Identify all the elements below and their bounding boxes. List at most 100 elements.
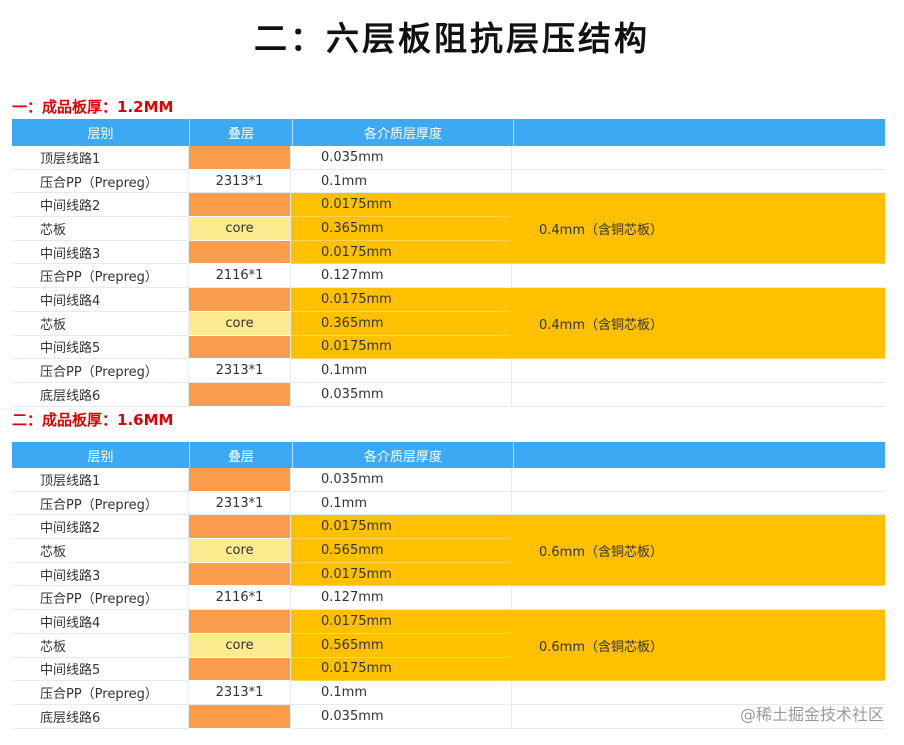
thickness-cell: 0.1mm [291, 492, 511, 516]
stack-cell: core [189, 311, 291, 336]
layer-name: 中间线路4 [12, 288, 189, 312]
table-row: 底层线路6 0.035mm [12, 382, 511, 407]
table-row: 中间线路2 0.0175mm [12, 193, 511, 218]
thickness-cell: 0.035mm [291, 705, 511, 729]
thickness-cell: 0.0175mm [291, 335, 511, 360]
core-note: 0.4mm（含铜芯板） [511, 193, 885, 265]
thickness-cell: 0.1mm [291, 170, 511, 194]
thickness-cell: 0.0175mm [291, 562, 511, 587]
table-row: 中间线路2 0.0175mm [12, 515, 511, 540]
table-row: 中间线路4 0.0175mm [12, 610, 511, 634]
stack-cell [189, 468, 291, 492]
stack-cell: 2313*1 [189, 169, 291, 194]
layer-name: 压合PP（Prepreg） [12, 491, 189, 516]
thickness-cell: 0.035mm [291, 468, 511, 492]
table-row: 芯板 core 0.565mm [12, 539, 511, 563]
thickness-cell: 0.127mm [291, 586, 511, 611]
thickness-cell: 0.0175mm [291, 193, 511, 218]
stack-cell: 2116*1 [189, 264, 291, 289]
thickness-cell: 0.0175mm [291, 240, 511, 265]
table-row: 芯板 core 0.365mm [12, 217, 511, 241]
stack-cell [189, 562, 291, 587]
layer-name: 底层线路6 [12, 382, 189, 407]
thickness-cell: 0.365mm [291, 311, 511, 336]
table-row: 中间线路4 0.0175mm [12, 288, 511, 312]
layer-name: 芯板 [12, 539, 189, 563]
table-row: 压合PP（Prepreg） 2313*1 0.1mm [12, 359, 511, 383]
core-notes-column: 0.4mm（含铜芯板） 0.4mm（含铜芯板） [511, 146, 885, 407]
stack-cell [189, 193, 291, 218]
layer-name: 中间线路3 [12, 240, 189, 265]
header-blank [514, 442, 885, 468]
stack-cell [189, 240, 291, 265]
layer-name: 中间线路5 [12, 335, 189, 360]
layer-name: 芯板 [12, 311, 189, 336]
table-row: 中间线路5 0.0175mm [12, 335, 511, 360]
table-row: 顶层线路1 0.035mm [12, 146, 511, 170]
stack-cell: 2313*1 [189, 359, 291, 383]
table-row: 芯板 core 0.365mm [12, 311, 511, 336]
table-row: 顶层线路1 0.035mm [12, 468, 511, 492]
thickness-cell: 0.0175mm [291, 515, 511, 540]
core-note: 0.4mm（含铜芯板） [511, 288, 885, 360]
thickness-cell: 0.565mm [291, 539, 511, 563]
header-blank [514, 119, 885, 146]
stack-cell: core [189, 539, 291, 563]
table-row: 压合PP（Prepreg） 2313*1 0.1mm [12, 169, 511, 194]
header-layer: 层别 [12, 442, 190, 468]
header-layer: 层别 [12, 119, 190, 146]
table-row: 中间线路3 0.0175mm [12, 240, 511, 265]
stack-cell [189, 515, 291, 540]
layer-name: 中间线路3 [12, 562, 189, 587]
layer-name: 芯板 [12, 633, 189, 658]
layer-name: 中间线路5 [12, 657, 189, 682]
stackup-table-1-2mm: 层别 叠层 各介质层厚度 顶层线路1 0.035mm 压合PP（Prepreg） 23… [12, 119, 885, 407]
layer-name: 压合PP（Prepreg） [12, 169, 189, 194]
layer-name: 中间线路4 [12, 610, 189, 634]
thickness-cell: 0.035mm [291, 146, 511, 170]
stack-cell [189, 657, 291, 682]
table-row: 压合PP（Prepreg） 2116*1 0.127mm [12, 264, 511, 289]
stack-cell [189, 288, 291, 312]
stackup-table-1-6mm: 层别 叠层 各介质层厚度 顶层线路1 0.035mm 压合PP（Prepreg） 23… [12, 442, 885, 729]
stack-cell [189, 610, 291, 634]
thickness-cell: 0.1mm [291, 359, 511, 383]
layer-name: 压合PP（Prepreg） [12, 681, 189, 705]
thickness-cell: 0.0175mm [291, 288, 511, 312]
header-stack: 叠层 [190, 442, 293, 468]
layer-name: 中间线路2 [12, 193, 189, 218]
table-row: 压合PP（Prepreg） 2313*1 0.1mm [12, 491, 511, 516]
page-title: 二：六层板阻抗层压结构 [254, 19, 650, 58]
core-note: 0.6mm（含铜芯板） [511, 515, 885, 587]
thickness-cell: 0.0175mm [291, 610, 511, 634]
table-row: 芯板 core 0.565mm [12, 633, 511, 658]
section-title-1-2mm: 一：成品板厚：1.2MM [12, 98, 174, 116]
core-notes-column: 0.6mm（含铜芯板） 0.6mm（含铜芯板） [511, 468, 885, 729]
watermark: @稀土掘金技术社区 [739, 705, 884, 724]
table-row: 中间线路3 0.0175mm [12, 562, 511, 587]
core-note: 0.6mm（含铜芯板） [511, 610, 885, 682]
layer-name: 芯板 [12, 217, 189, 241]
layer-name: 压合PP（Prepreg） [12, 264, 189, 289]
rows-left: 顶层线路1 0.035mm 压合PP（Prepreg） 2313*1 0.1mm 中间线路… [12, 468, 511, 729]
stack-cell: 2313*1 [189, 491, 291, 516]
table-header: 层别 叠层 各介质层厚度 [12, 442, 885, 468]
stack-cell [189, 704, 291, 729]
thickness-cell: 0.035mm [291, 383, 511, 407]
stack-cell: core [189, 633, 291, 658]
thickness-cell: 0.565mm [291, 633, 511, 658]
layer-name: 顶层线路1 [12, 146, 189, 170]
layer-name: 中间线路2 [12, 515, 189, 540]
layer-name: 压合PP（Prepreg） [12, 359, 189, 383]
rows-left: 顶层线路1 0.035mm 压合PP（Prepreg） 2313*1 0.1mm 中间线路… [12, 146, 511, 407]
table-header: 层别 叠层 各介质层厚度 [12, 119, 885, 146]
header-stack: 叠层 [190, 119, 293, 146]
stack-cell: 2116*1 [189, 586, 291, 611]
thickness-cell: 0.127mm [291, 264, 511, 289]
header-thickness: 各介质层厚度 [293, 442, 514, 468]
table-row: 压合PP（Prepreg） 2116*1 0.127mm [12, 586, 511, 611]
table-row: 压合PP（Prepreg） 2313*1 0.1mm [12, 681, 511, 705]
layer-name: 底层线路6 [12, 704, 189, 729]
layer-name: 压合PP（Prepreg） [12, 586, 189, 611]
stack-cell [189, 382, 291, 407]
